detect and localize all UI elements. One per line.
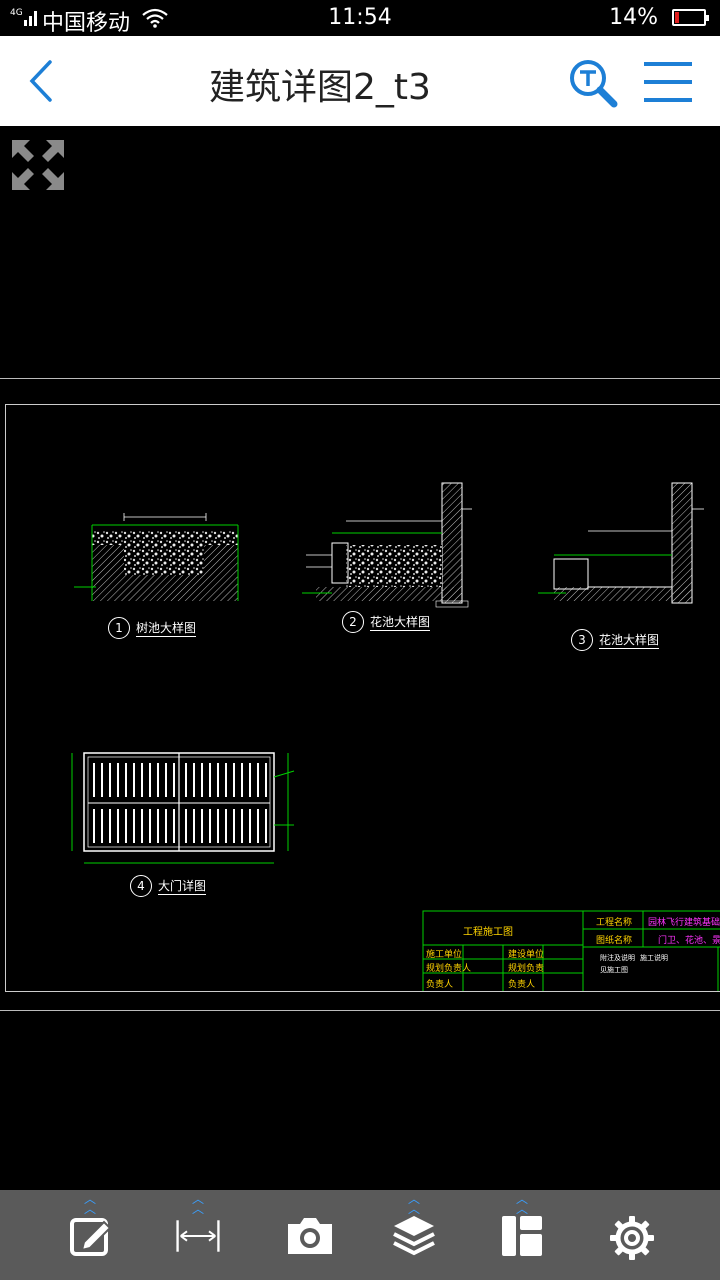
viewport-divider-bottom xyxy=(0,1010,720,1011)
hamburger-menu-icon[interactable] xyxy=(642,60,694,104)
chevron-up-icon: ︿ ︿ xyxy=(191,1192,204,1216)
measure-button[interactable]: ︿ ︿ xyxy=(158,1190,238,1280)
battery-icon xyxy=(672,9,709,26)
detail-1-drawing xyxy=(74,513,239,601)
gear-icon xyxy=(610,1216,654,1260)
chevron-up-icon: ︿ ︿ xyxy=(515,1192,528,1216)
chevron-up-icon: ︿ ︿ xyxy=(407,1192,420,1216)
tb-row-3: 负责人 xyxy=(426,980,454,990)
status-bar: 4G 中国移动 11:54 14% xyxy=(0,0,720,36)
detail-number: 4 xyxy=(130,875,152,897)
tb-row-1: 施工单位 xyxy=(426,950,463,960)
layers-icon xyxy=(393,1216,435,1256)
tb-note-3: 见施工图 xyxy=(600,966,628,974)
drawing-canvas[interactable]: 1 树池大样图 2 花池大样图 3 花池大样图 4 大门详图 工程施工图 施工单位 规划… xyxy=(0,126,720,1190)
expand-arrows-icon[interactable] xyxy=(10,138,66,192)
tb-project-name: 园林飞行建筑基础、景观施工图 xyxy=(648,918,720,928)
measure-icon xyxy=(176,1220,220,1252)
detail-2-drawing xyxy=(302,482,472,608)
battery-percent: 14% xyxy=(609,5,658,30)
annotate-button[interactable]: ︿ ︿ xyxy=(50,1190,130,1280)
detail-label-2[interactable]: 2 花池大样图 xyxy=(342,611,431,633)
tb-row-2: 规划负责人 xyxy=(426,964,472,974)
bottom-toolbar: ︿ ︿ ︿ ︿ ︿ ︿ ︿ ︿ xyxy=(0,1190,720,1280)
edit-icon xyxy=(70,1218,112,1256)
tb-note-1: 附注及说明 xyxy=(600,954,635,962)
layers-button[interactable]: ︿ ︿ xyxy=(374,1190,454,1280)
detail-title: 花池大样图 xyxy=(370,615,431,631)
detail-label-3[interactable]: 3 花池大样图 xyxy=(571,629,660,651)
viewport-divider-top xyxy=(0,378,720,379)
tb-drawing-name: 门卫、花池、景观详图 xyxy=(658,936,720,946)
detail-4-drawing xyxy=(71,752,295,864)
tb-row2-2: 规划负责 xyxy=(508,964,545,974)
tb-row2-3: 负责人 xyxy=(508,980,536,990)
detail-label-1[interactable]: 1 树池大样图 xyxy=(108,617,197,639)
search-text-icon[interactable] xyxy=(566,56,620,110)
tb-drawing-label: 图纸名称 xyxy=(596,936,633,946)
page-title: 建筑详图2_t3 xyxy=(209,67,431,108)
tb-note-2: 施工说明 xyxy=(640,954,668,962)
app-header: 建筑详图2_t3 xyxy=(0,36,720,126)
detail-number: 2 xyxy=(342,611,364,633)
detail-title: 花池大样图 xyxy=(599,633,660,649)
layout-icon xyxy=(502,1216,542,1256)
chevron-up-icon: ︿ ︿ xyxy=(83,1192,96,1216)
detail-title: 树池大样图 xyxy=(136,621,197,637)
layout-button[interactable]: ︿ ︿ xyxy=(482,1190,562,1280)
drawing-sheet[interactable]: 1 树池大样图 2 花池大样图 3 花池大样图 4 大门详图 工程施工图 施工单位 规划… xyxy=(5,404,720,992)
screenshot-button[interactable] xyxy=(266,1190,346,1280)
detail-number: 1 xyxy=(108,617,130,639)
tb-row2-1: 建设单位 xyxy=(508,950,545,960)
tb-project-type: 工程施工图 xyxy=(463,927,513,938)
tb-project-label: 工程名称 xyxy=(596,918,633,928)
detail-title: 大门详图 xyxy=(158,879,207,895)
detail-3-drawing xyxy=(538,482,704,604)
cad-drawing xyxy=(71,482,720,991)
camera-icon xyxy=(288,1218,332,1254)
detail-label-4[interactable]: 4 大门详图 xyxy=(130,875,207,897)
detail-number: 3 xyxy=(571,629,593,651)
settings-button[interactable] xyxy=(590,1190,670,1280)
